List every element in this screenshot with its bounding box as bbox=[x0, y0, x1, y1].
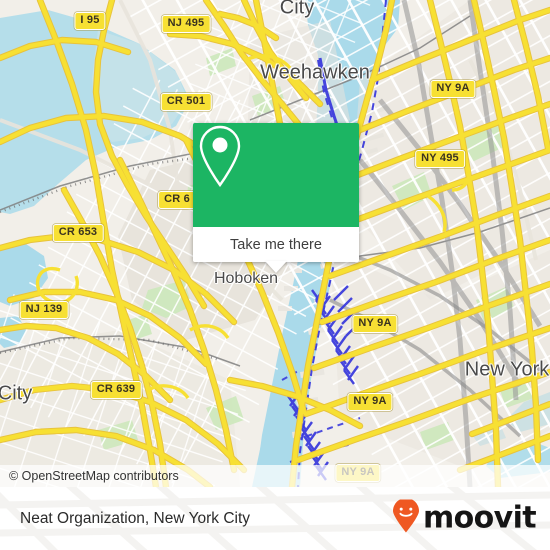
moovit-logo[interactable]: moovit bbox=[391, 497, 537, 538]
road-shield[interactable]: I 95 bbox=[74, 12, 106, 30]
take-me-there-button[interactable]: Take me there bbox=[193, 227, 359, 273]
road-shield[interactable]: NY 9A bbox=[352, 315, 398, 333]
moovit-smiley-pin-icon bbox=[391, 497, 421, 538]
place-label: City bbox=[0, 382, 33, 405]
road-shield[interactable]: CR 639 bbox=[90, 381, 142, 399]
road-shield[interactable]: NY 9A bbox=[430, 80, 476, 98]
place-label: City bbox=[279, 0, 315, 19]
take-me-there-label: Take me there bbox=[230, 236, 322, 253]
map-canvas[interactable]: I 95 NJ 495 CR 501 NY 9A NY 495 CR 653 C… bbox=[0, 0, 550, 487]
map-attribution[interactable]: © OpenStreetMap contributors bbox=[0, 465, 550, 487]
road-shield[interactable]: CR 653 bbox=[52, 224, 104, 242]
place-label: New York bbox=[464, 358, 550, 381]
place-label: Weehawken bbox=[260, 61, 370, 84]
road-shield[interactable]: NJ 139 bbox=[19, 301, 69, 319]
location-popup-card[interactable]: Take me there bbox=[193, 123, 359, 273]
road-shield[interactable]: NY 495 bbox=[415, 150, 465, 168]
location-title: Neat Organization, New York City bbox=[20, 509, 251, 527]
page-footer: Neat Organization, New York City moovit bbox=[0, 487, 550, 550]
attribution-text: © OpenStreetMap contributors bbox=[9, 469, 179, 483]
moovit-wordmark: moovit bbox=[422, 500, 537, 536]
moovit-map-screenshot: I 95 NJ 495 CR 501 NY 9A NY 495 CR 653 C… bbox=[0, 0, 550, 550]
road-shield[interactable]: CR 501 bbox=[160, 93, 212, 111]
popup-pointer-tail bbox=[265, 261, 287, 273]
popup-header bbox=[193, 123, 359, 227]
road-shield[interactable]: NJ 495 bbox=[161, 15, 211, 33]
road-shield[interactable]: NY 9A bbox=[347, 393, 393, 411]
road-shield[interactable]: CR 6 bbox=[158, 191, 196, 209]
